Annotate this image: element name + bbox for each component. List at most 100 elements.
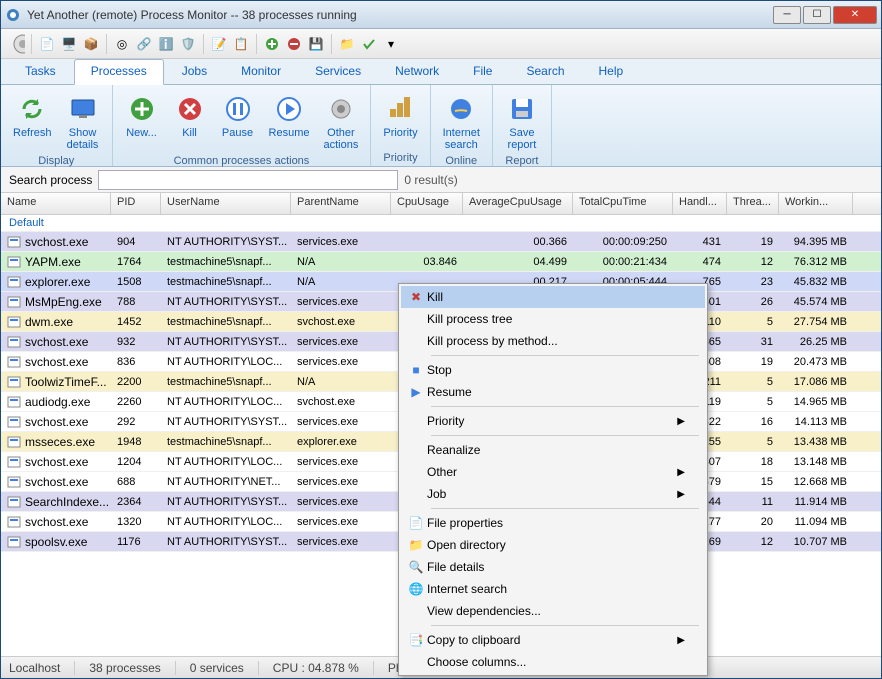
- ctx-reanalize[interactable]: Reanalize: [401, 439, 705, 461]
- shield-icon[interactable]: 🛡️: [179, 35, 197, 53]
- note-icon[interactable]: 📝: [210, 35, 228, 53]
- status-services: 0 services: [190, 661, 259, 675]
- titlebar: Yet Another (remote) Process Monitor -- …: [1, 1, 881, 29]
- remove-icon[interactable]: [285, 35, 303, 53]
- col-name[interactable]: Name: [1, 193, 111, 214]
- copy-icon: 📑: [405, 633, 427, 647]
- process-icon: [7, 355, 21, 369]
- col-avgcpu[interactable]: AverageCpuUsage: [463, 193, 573, 214]
- chevron-right-icon: ▶: [677, 489, 685, 500]
- menu-bar: Tasks Processes Jobs Monitor Services Ne…: [1, 59, 881, 85]
- minimize-button[interactable]: ─: [773, 6, 801, 24]
- kill-button[interactable]: Kill: [167, 91, 213, 141]
- process-icon: [7, 395, 21, 409]
- ctx-stop[interactable]: ■Stop: [401, 359, 705, 381]
- save-report-button[interactable]: Save report: [499, 91, 545, 153]
- refresh-icon: [16, 93, 48, 125]
- globe-icon: 🌐: [405, 582, 427, 596]
- ctx-internet-search[interactable]: 🌐Internet search: [401, 578, 705, 600]
- status-processes: 38 processes: [89, 661, 175, 675]
- col-username[interactable]: UserName: [161, 193, 291, 214]
- search-bar: Search process 0 result(s): [1, 167, 881, 193]
- ctx-kill[interactable]: ✖Kill: [401, 286, 705, 308]
- ctx-file-properties[interactable]: 📄File properties: [401, 512, 705, 534]
- close-button[interactable]: ✕: [833, 6, 877, 24]
- process-icon: [7, 535, 21, 549]
- ctx-open-directory[interactable]: 📁Open directory: [401, 534, 705, 556]
- kill-icon: ✖: [405, 290, 427, 304]
- tab-file[interactable]: File: [457, 60, 508, 84]
- ctx-file-details[interactable]: 🔍File details: [401, 556, 705, 578]
- process-icon: [7, 255, 21, 269]
- magnifier-icon: 🔍: [405, 560, 427, 574]
- table-row[interactable]: YAPM.exe1764testmachine5\snapf...N/A03.8…: [1, 252, 881, 272]
- ctx-kill-tree[interactable]: Kill process tree: [401, 308, 705, 330]
- col-cpuusage[interactable]: CpuUsage: [391, 193, 463, 214]
- monitor-icon[interactable]: 🖥️: [60, 35, 78, 53]
- col-threads[interactable]: Threa...: [727, 193, 779, 214]
- link-icon[interactable]: 🔗: [135, 35, 153, 53]
- col-working[interactable]: Workin...: [779, 193, 853, 214]
- ctx-resume[interactable]: ▶Resume: [401, 381, 705, 403]
- group-row[interactable]: Default: [1, 215, 881, 232]
- process-icon: [7, 455, 21, 469]
- folder-icon[interactable]: 📁: [338, 35, 356, 53]
- resume-button[interactable]: Resume: [263, 91, 316, 141]
- ctx-choose-columns[interactable]: Choose columns...: [401, 651, 705, 673]
- ctx-copy[interactable]: 📑Copy to clipboard▶: [401, 629, 705, 651]
- ctx-other[interactable]: Other▶: [401, 461, 705, 483]
- info-icon[interactable]: ℹ️: [157, 35, 175, 53]
- box-icon[interactable]: 📦: [82, 35, 100, 53]
- grid-header: Name PID UserName ParentName CpuUsage Av…: [1, 193, 881, 215]
- ctx-priority[interactable]: Priority▶: [401, 410, 705, 432]
- add-icon[interactable]: [263, 35, 281, 53]
- col-totalcpu[interactable]: TotalCpuTime: [573, 193, 673, 214]
- process-icon: [7, 315, 21, 329]
- page-icon[interactable]: 📄: [38, 35, 56, 53]
- save-icon[interactable]: 💾: [307, 35, 325, 53]
- pause-button[interactable]: Pause: [215, 91, 261, 141]
- tab-services[interactable]: Services: [299, 60, 377, 84]
- process-icon: [7, 275, 21, 289]
- pause-icon: [222, 93, 254, 125]
- maximize-button[interactable]: ☐: [803, 6, 831, 24]
- col-pid[interactable]: PID: [111, 193, 161, 214]
- context-menu: ✖Kill Kill process tree Kill process by …: [398, 283, 708, 676]
- check-icon[interactable]: [360, 35, 378, 53]
- tab-help[interactable]: Help: [583, 60, 640, 84]
- table-row[interactable]: svchost.exe904NT AUTHORITY\SYST...servic…: [1, 232, 881, 252]
- status-cpu: CPU : 04.878 %: [273, 661, 374, 675]
- dropdown-icon[interactable]: ▾: [382, 35, 400, 53]
- tab-jobs[interactable]: Jobs: [166, 60, 223, 84]
- tab-network[interactable]: Network: [379, 60, 455, 84]
- show-details-button[interactable]: Show details: [60, 91, 106, 153]
- tab-monitor[interactable]: Monitor: [225, 60, 297, 84]
- page-icon: 📄: [405, 516, 427, 530]
- internet-search-button[interactable]: Internet search: [437, 91, 486, 153]
- tab-processes[interactable]: Processes: [74, 59, 164, 85]
- play-icon: ▶: [405, 385, 427, 399]
- target-icon[interactable]: ◎: [113, 35, 131, 53]
- priority-button[interactable]: Priority: [377, 91, 423, 141]
- col-handles[interactable]: Handl...: [673, 193, 727, 214]
- process-icon: [7, 415, 21, 429]
- search-label: Search process: [9, 173, 92, 187]
- ctx-kill-method[interactable]: Kill process by method...: [401, 330, 705, 352]
- process-icon: [7, 495, 21, 509]
- col-parentname[interactable]: ParentName: [291, 193, 391, 214]
- ctx-view-deps[interactable]: View dependencies...: [401, 600, 705, 622]
- refresh-button[interactable]: Refresh: [7, 91, 58, 141]
- gear-icon[interactable]: [7, 35, 25, 53]
- tab-search[interactable]: Search: [510, 60, 580, 84]
- doc-icon[interactable]: 📋: [232, 35, 250, 53]
- tab-tasks[interactable]: Tasks: [9, 60, 72, 84]
- play-icon: [273, 93, 305, 125]
- process-icon: [7, 335, 21, 349]
- process-icon: [7, 375, 21, 389]
- other-actions-button[interactable]: Other actions: [318, 91, 365, 153]
- quick-toolbar: 📄 🖥️ 📦 ◎ 🔗 ℹ️ 🛡️ 📝 📋 💾 📁 ▾: [1, 29, 881, 59]
- new-button[interactable]: New...: [119, 91, 165, 141]
- search-input[interactable]: [98, 170, 398, 190]
- ctx-job[interactable]: Job▶: [401, 483, 705, 505]
- search-result-count: 0 result(s): [404, 173, 457, 187]
